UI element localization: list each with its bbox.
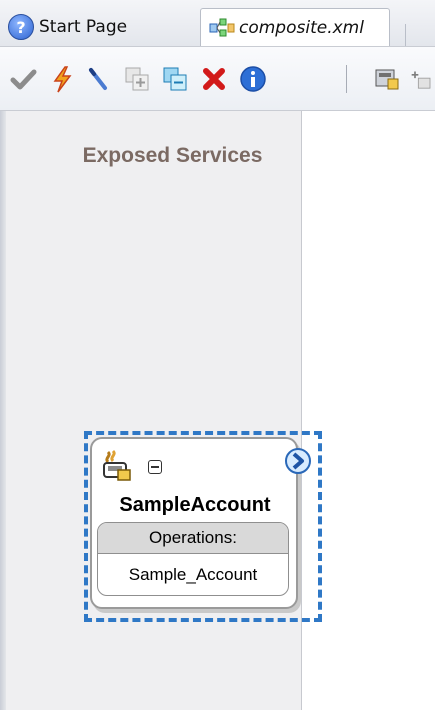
info-icon [240,66,266,92]
operation-item[interactable]: Sample_Account [98,554,288,595]
editor-tab-bar: ? Start Page composite.xml [0,0,435,47]
add-icon [411,71,431,89]
tab-start-page[interactable]: ? Start Page [8,8,193,46]
collapse-button[interactable] [160,64,190,94]
lightning-icon [53,66,72,93]
pen-icon [89,68,107,90]
operations-box: Operations: Sample_Account [97,522,289,596]
help-icon: ? [8,14,34,40]
info-button[interactable] [238,64,268,94]
web-service-icon [103,449,131,481]
tab-composite-xml[interactable]: composite.xml [200,8,390,46]
database-icon [375,69,399,90]
database-button[interactable] [372,64,402,94]
collapse-toggle-icon[interactable] [148,460,162,474]
add-button[interactable] [410,64,435,94]
toolbar-separator [346,65,347,93]
composite-toolbar [0,47,435,111]
connector-arrow-icon[interactable] [284,447,312,475]
validate-button[interactable] [8,64,38,94]
composite-icon [209,18,235,36]
panel-title: Exposed Services [82,144,263,167]
delete-icon [203,68,225,90]
tab-label: composite.xml [239,17,364,38]
pen-button[interactable] [83,64,113,94]
expand-button[interactable] [122,64,152,94]
tab-strip-edge [405,24,435,46]
tab-label: Start Page [39,17,128,37]
operations-header: Operations: [98,523,288,554]
expand-icon [125,67,149,91]
collapse-icon [163,67,187,91]
panel-edge [0,111,6,710]
validate-icon [10,69,37,90]
lightning-button[interactable] [47,64,77,94]
service-name: SampleAccount [119,494,271,516]
delete-button[interactable] [199,64,229,94]
